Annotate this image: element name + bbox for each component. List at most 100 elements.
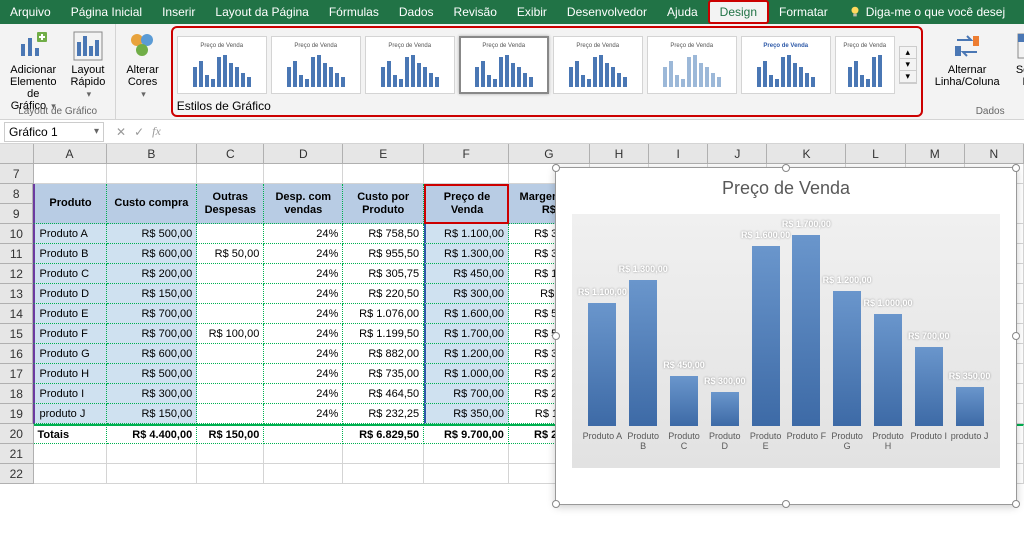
cell[interactable]: R$ 50,00 <box>197 244 264 264</box>
cell[interactable]: R$ 600,00 <box>107 344 198 364</box>
add-chart-element-button[interactable]: Adicionar Elemento de Gráfico <box>6 28 60 114</box>
cell[interactable] <box>34 464 107 484</box>
tab-dados[interactable]: Dados <box>389 0 444 24</box>
chart-style-1[interactable]: Preço de Venda <box>177 36 267 94</box>
col-header-K[interactable]: K <box>767 144 846 163</box>
chart-style-6[interactable]: Preço de Venda <box>647 36 737 94</box>
cell[interactable]: R$ 735,00 <box>343 364 424 384</box>
cell[interactable] <box>424 164 509 184</box>
col-header-G[interactable]: G <box>509 144 590 163</box>
cell[interactable]: R$ 1.300,00 <box>424 244 509 264</box>
cell[interactable] <box>197 384 264 404</box>
cell[interactable] <box>197 304 264 324</box>
select-all-corner[interactable] <box>0 144 34 163</box>
cell[interactable] <box>197 224 264 244</box>
cell[interactable]: 24% <box>264 384 343 404</box>
cell[interactable]: R$ 6.829,50 <box>343 424 424 444</box>
tab-arquivo[interactable]: Arquivo <box>0 0 61 24</box>
chart-style-5[interactable]: Preço de Venda <box>553 36 643 94</box>
cell[interactable] <box>107 164 198 184</box>
cell[interactable]: Produto E <box>33 304 106 324</box>
tab-formatar[interactable]: Formatar <box>769 0 838 24</box>
cell[interactable] <box>197 464 264 484</box>
cell[interactable]: R$ 882,00 <box>343 344 424 364</box>
cell[interactable]: R$ 464,50 <box>343 384 424 404</box>
quick-layout-button[interactable]: Layout Rápido <box>66 28 109 102</box>
cancel-formula-icon[interactable]: ✕ <box>116 125 126 139</box>
cell[interactable] <box>197 164 264 184</box>
cell[interactable] <box>264 464 343 484</box>
col-header-B[interactable]: B <box>107 144 198 163</box>
cell[interactable] <box>343 444 424 464</box>
col-header-F[interactable]: F <box>424 144 509 163</box>
chart-bar[interactable]: R$ 1.000,00 <box>874 224 902 426</box>
cell[interactable]: Produto H <box>33 364 106 384</box>
col-header-N[interactable]: N <box>965 144 1024 163</box>
chart-resize-handle[interactable] <box>782 500 790 508</box>
cell[interactable] <box>197 284 264 304</box>
row-header[interactable]: 20 <box>0 424 34 444</box>
cell[interactable]: Produto <box>33 184 106 224</box>
fx-icon[interactable]: fx <box>152 124 161 139</box>
cell[interactable] <box>264 444 343 464</box>
col-header-A[interactable]: A <box>34 144 107 163</box>
cell[interactable]: Preço de Venda <box>424 184 509 224</box>
cell[interactable]: 24% <box>264 324 343 344</box>
cell[interactable]: R$ 150,00 <box>107 284 198 304</box>
cell[interactable]: R$ 500,00 <box>107 224 198 244</box>
tab-revisao[interactable]: Revisão <box>444 0 507 24</box>
chart-resize-handle[interactable] <box>552 500 560 508</box>
chart-resize-handle[interactable] <box>782 164 790 172</box>
cell[interactable] <box>197 264 264 284</box>
cell[interactable]: Custo por Produto <box>343 184 424 224</box>
cell[interactable] <box>107 444 198 464</box>
chart-bar[interactable]: R$ 1.600,00 <box>752 224 780 426</box>
cell[interactable]: Desp. com vendas <box>264 184 343 224</box>
row-header[interactable]: 19 <box>0 404 33 424</box>
cell[interactable] <box>197 444 264 464</box>
cell[interactable]: Totais <box>34 424 107 444</box>
cell[interactable]: R$ 4.400,00 <box>107 424 198 444</box>
cell[interactable]: Produto I <box>33 384 106 404</box>
row-header[interactable]: 12 <box>0 264 33 284</box>
col-header-L[interactable]: L <box>846 144 905 163</box>
chart-bar[interactable]: R$ 1.200,00 <box>833 224 861 426</box>
chart-style-7[interactable]: Preço de Venda <box>741 36 831 94</box>
row-header[interactable]: 17 <box>0 364 33 384</box>
chart-bar[interactable]: R$ 1.700,00 <box>792 224 820 426</box>
gallery-scroll-down[interactable]: ▾ <box>900 59 916 71</box>
cell[interactable]: R$ 300,00 <box>107 384 198 404</box>
chart-resize-handle[interactable] <box>552 164 560 172</box>
tab-formulas[interactable]: Fórmulas <box>319 0 389 24</box>
cell[interactable]: R$ 758,50 <box>343 224 424 244</box>
row-header[interactable]: 18 <box>0 384 33 404</box>
chart-bar[interactable]: R$ 450,00 <box>670 224 698 426</box>
name-box[interactable]: Gráfico 1 <box>4 122 104 142</box>
cell[interactable] <box>197 364 264 384</box>
cell[interactable]: R$ 100,00 <box>197 324 264 344</box>
cell[interactable]: 24% <box>264 284 343 304</box>
cell[interactable] <box>197 344 264 364</box>
chart-resize-handle[interactable] <box>552 332 560 340</box>
tab-ajuda[interactable]: Ajuda <box>657 0 708 24</box>
row-header[interactable]: 11 <box>0 244 33 264</box>
cell[interactable] <box>343 164 424 184</box>
accept-formula-icon[interactable]: ✓ <box>134 125 144 139</box>
tab-layout-pagina[interactable]: Layout da Página <box>205 0 318 24</box>
cell[interactable]: 24% <box>264 244 343 264</box>
col-header-E[interactable]: E <box>343 144 424 163</box>
cell[interactable]: R$ 1.076,00 <box>343 304 424 324</box>
gallery-more[interactable]: ▾ <box>900 71 916 83</box>
cell[interactable]: 24% <box>264 224 343 244</box>
chart-resize-handle[interactable] <box>1012 164 1020 172</box>
cell[interactable]: Produto B <box>33 244 106 264</box>
embedded-chart[interactable]: Preço de Venda R$ 1.100,00R$ 1.300,00R$ … <box>555 167 1017 505</box>
cell[interactable]: 24% <box>264 264 343 284</box>
col-header-D[interactable]: D <box>264 144 343 163</box>
cell[interactable]: R$ 700,00 <box>424 384 509 404</box>
tab-desenvolvedor[interactable]: Desenvolvedor <box>557 0 657 24</box>
col-header-H[interactable]: H <box>590 144 649 163</box>
chart-bar[interactable]: R$ 700,00 <box>915 224 943 426</box>
cell[interactable]: produto J <box>33 404 106 424</box>
cell[interactable]: R$ 1.199,50 <box>343 324 424 344</box>
